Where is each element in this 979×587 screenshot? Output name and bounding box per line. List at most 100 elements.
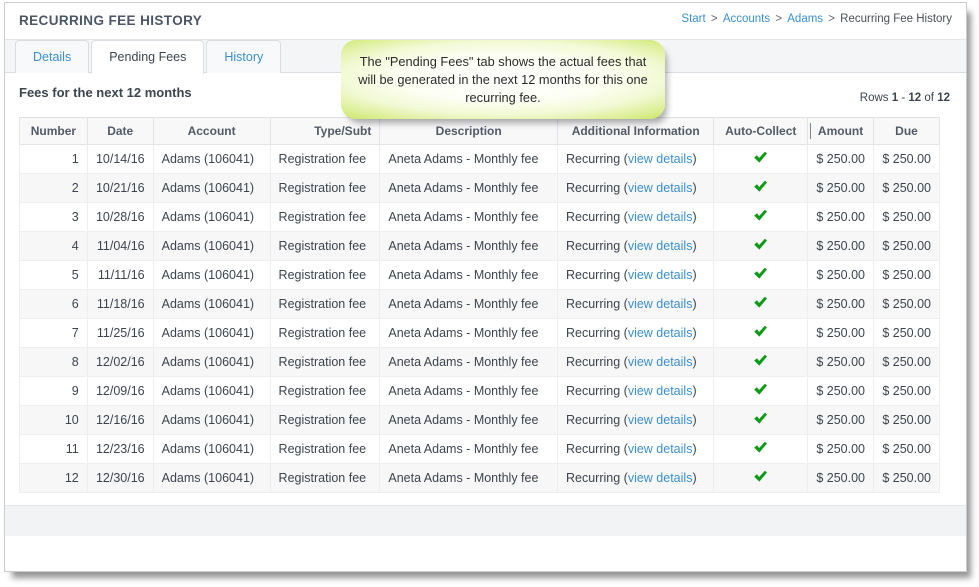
column-header-label: Type/Subt [314,124,372,138]
cell-date: 10/14/16 [86,144,154,174]
column-header-amount[interactable]: Amount [807,117,875,145]
breadcrumb-item-start[interactable]: Start [681,13,705,25]
view-details-link[interactable]: view details [628,384,693,398]
cell-number: 7 [19,318,88,348]
table-row[interactable]: 5 11/11/16 Adams (106041) Registration fee A… [19,260,940,290]
rows-prefix: Rows [859,92,889,104]
cell-amount: $ 250.00 [807,144,875,174]
breadcrumb: Start > Accounts > Adams > Recurring Fee… [681,13,952,25]
cell-number: 12 [19,463,88,493]
cell-additional: Recurring (view details) [556,173,715,203]
tab-history[interactable]: History [206,40,282,73]
column-header-date[interactable]: Date [86,117,154,145]
check-icon [754,267,768,279]
cell-account: Adams (106041) [152,260,271,290]
check-icon [754,238,768,250]
cell-amount: $ 250.00 [807,289,875,319]
cell-auto-collect [713,434,809,464]
view-details-link[interactable]: view details [628,210,693,224]
main-content: Fees for the next 12 months Rows 1 - 12 … [5,73,966,536]
view-details-link[interactable]: view details [628,471,693,485]
column-resize-handle[interactable] [810,123,812,139]
additional-info-paren-close: ) [692,239,697,253]
table-row[interactable]: 3 10/28/16 Adams (106041) Registration fee A… [19,202,940,232]
cell-account: Adams (106041) [152,231,271,261]
cell-description: Aneta Adams - Monthly fee [379,289,558,319]
cell-description: Aneta Adams - Monthly fee [379,405,558,435]
column-header-label: Additional Information [571,124,700,138]
cell-type: Registration fee [269,434,381,464]
cell-amount: $ 250.00 [807,202,875,232]
cell-account: Adams (106041) [152,463,271,493]
breadcrumb-item-adams[interactable]: Adams [787,13,823,25]
check-icon [754,180,768,192]
view-details-link[interactable]: view details [628,239,693,253]
view-details-link[interactable]: view details [628,152,693,166]
column-header-number[interactable]: Number [19,117,88,145]
cell-number: 8 [19,347,88,377]
table-row[interactable]: 1 10/14/16 Adams (106041) Registration fee A… [19,144,940,174]
table-row[interactable]: 4 11/04/16 Adams (106041) Registration fee A… [19,231,940,261]
column-header-additional-information[interactable]: Additional Information [556,117,715,145]
table-row[interactable]: 9 12/09/16 Adams (106041) Registration fee A… [19,376,940,406]
view-details-link[interactable]: view details [628,326,693,340]
view-details-link[interactable]: view details [628,355,693,369]
view-details-link[interactable]: view details [628,297,693,311]
tab-details[interactable]: Details [15,40,90,73]
cell-account: Adams (106041) [152,434,271,464]
column-header-description[interactable]: Description [379,117,558,145]
table-row[interactable]: 10 12/16/16 Adams (106041) Registration fee… [19,405,940,435]
column-header-account[interactable]: Account [152,117,271,145]
cell-due: $ 250.00 [873,463,940,493]
cell-type: Registration fee [269,260,381,290]
cell-auto-collect [713,173,809,203]
cell-number: 11 [19,434,88,464]
additional-info-paren-close: ) [692,152,697,166]
rows-indicator: Rows 1 - 12 of 12 [860,92,950,104]
check-icon [754,441,768,453]
cell-amount: $ 250.00 [807,231,875,261]
column-header-type-subt[interactable]: Type/Subt [269,117,381,145]
cell-additional: Recurring (view details) [556,463,715,493]
table-row[interactable]: 6 11/18/16 Adams (106041) Registration fee A… [19,289,940,319]
table-row[interactable]: 2 10/21/16 Adams (106041) Registration fee A… [19,173,940,203]
cell-number: 3 [19,202,88,232]
table-row[interactable]: 8 12/02/16 Adams (106041) Registration fee A… [19,347,940,377]
cell-date: 10/28/16 [86,202,154,232]
column-header-auto-collect[interactable]: Auto-Collect [713,117,809,145]
cell-auto-collect [713,231,809,261]
view-details-link[interactable]: view details [628,413,693,427]
tab-pending-fees[interactable]: Pending Fees [91,40,205,74]
cell-account: Adams (106041) [152,173,271,203]
column-header-due[interactable]: Due [873,117,940,145]
cell-date: 10/21/16 [86,173,154,203]
cell-account: Adams (106041) [152,202,271,232]
cell-type: Registration fee [269,405,381,435]
cell-number: 6 [19,289,88,319]
table-row[interactable]: 11 12/23/16 Adams (106041) Registration fee… [19,434,940,464]
view-details-link[interactable]: view details [628,181,693,195]
breadcrumb-separator: > [707,13,721,25]
table-row[interactable]: 12 12/30/16 Adams (106041) Registration fee… [19,463,940,493]
cell-additional: Recurring (view details) [556,347,715,377]
cell-auto-collect [713,318,809,348]
additional-info-paren-close: ) [692,471,697,485]
additional-info-paren-close: ) [692,181,697,195]
additional-info-text: Recurring ( [566,384,628,398]
cell-auto-collect [713,260,809,290]
view-details-link[interactable]: view details [628,442,693,456]
table-row[interactable]: 7 11/25/16 Adams (106041) Registration fee A… [19,318,940,348]
column-header-label: Amount [817,124,864,138]
column-header-label: Due [895,124,918,138]
column-header-label: Description [435,124,502,138]
additional-info-paren-close: ) [692,297,697,311]
page-title: RECURRING FEE HISTORY [19,13,203,28]
cell-due: $ 250.00 [873,318,940,348]
view-details-link[interactable]: view details [628,268,693,282]
additional-info-text: Recurring ( [566,471,628,485]
check-icon [754,383,768,395]
cell-number: 10 [19,405,88,435]
breadcrumb-item-accounts[interactable]: Accounts [723,13,770,25]
cell-type: Registration fee [269,463,381,493]
cell-number: 1 [19,144,88,174]
